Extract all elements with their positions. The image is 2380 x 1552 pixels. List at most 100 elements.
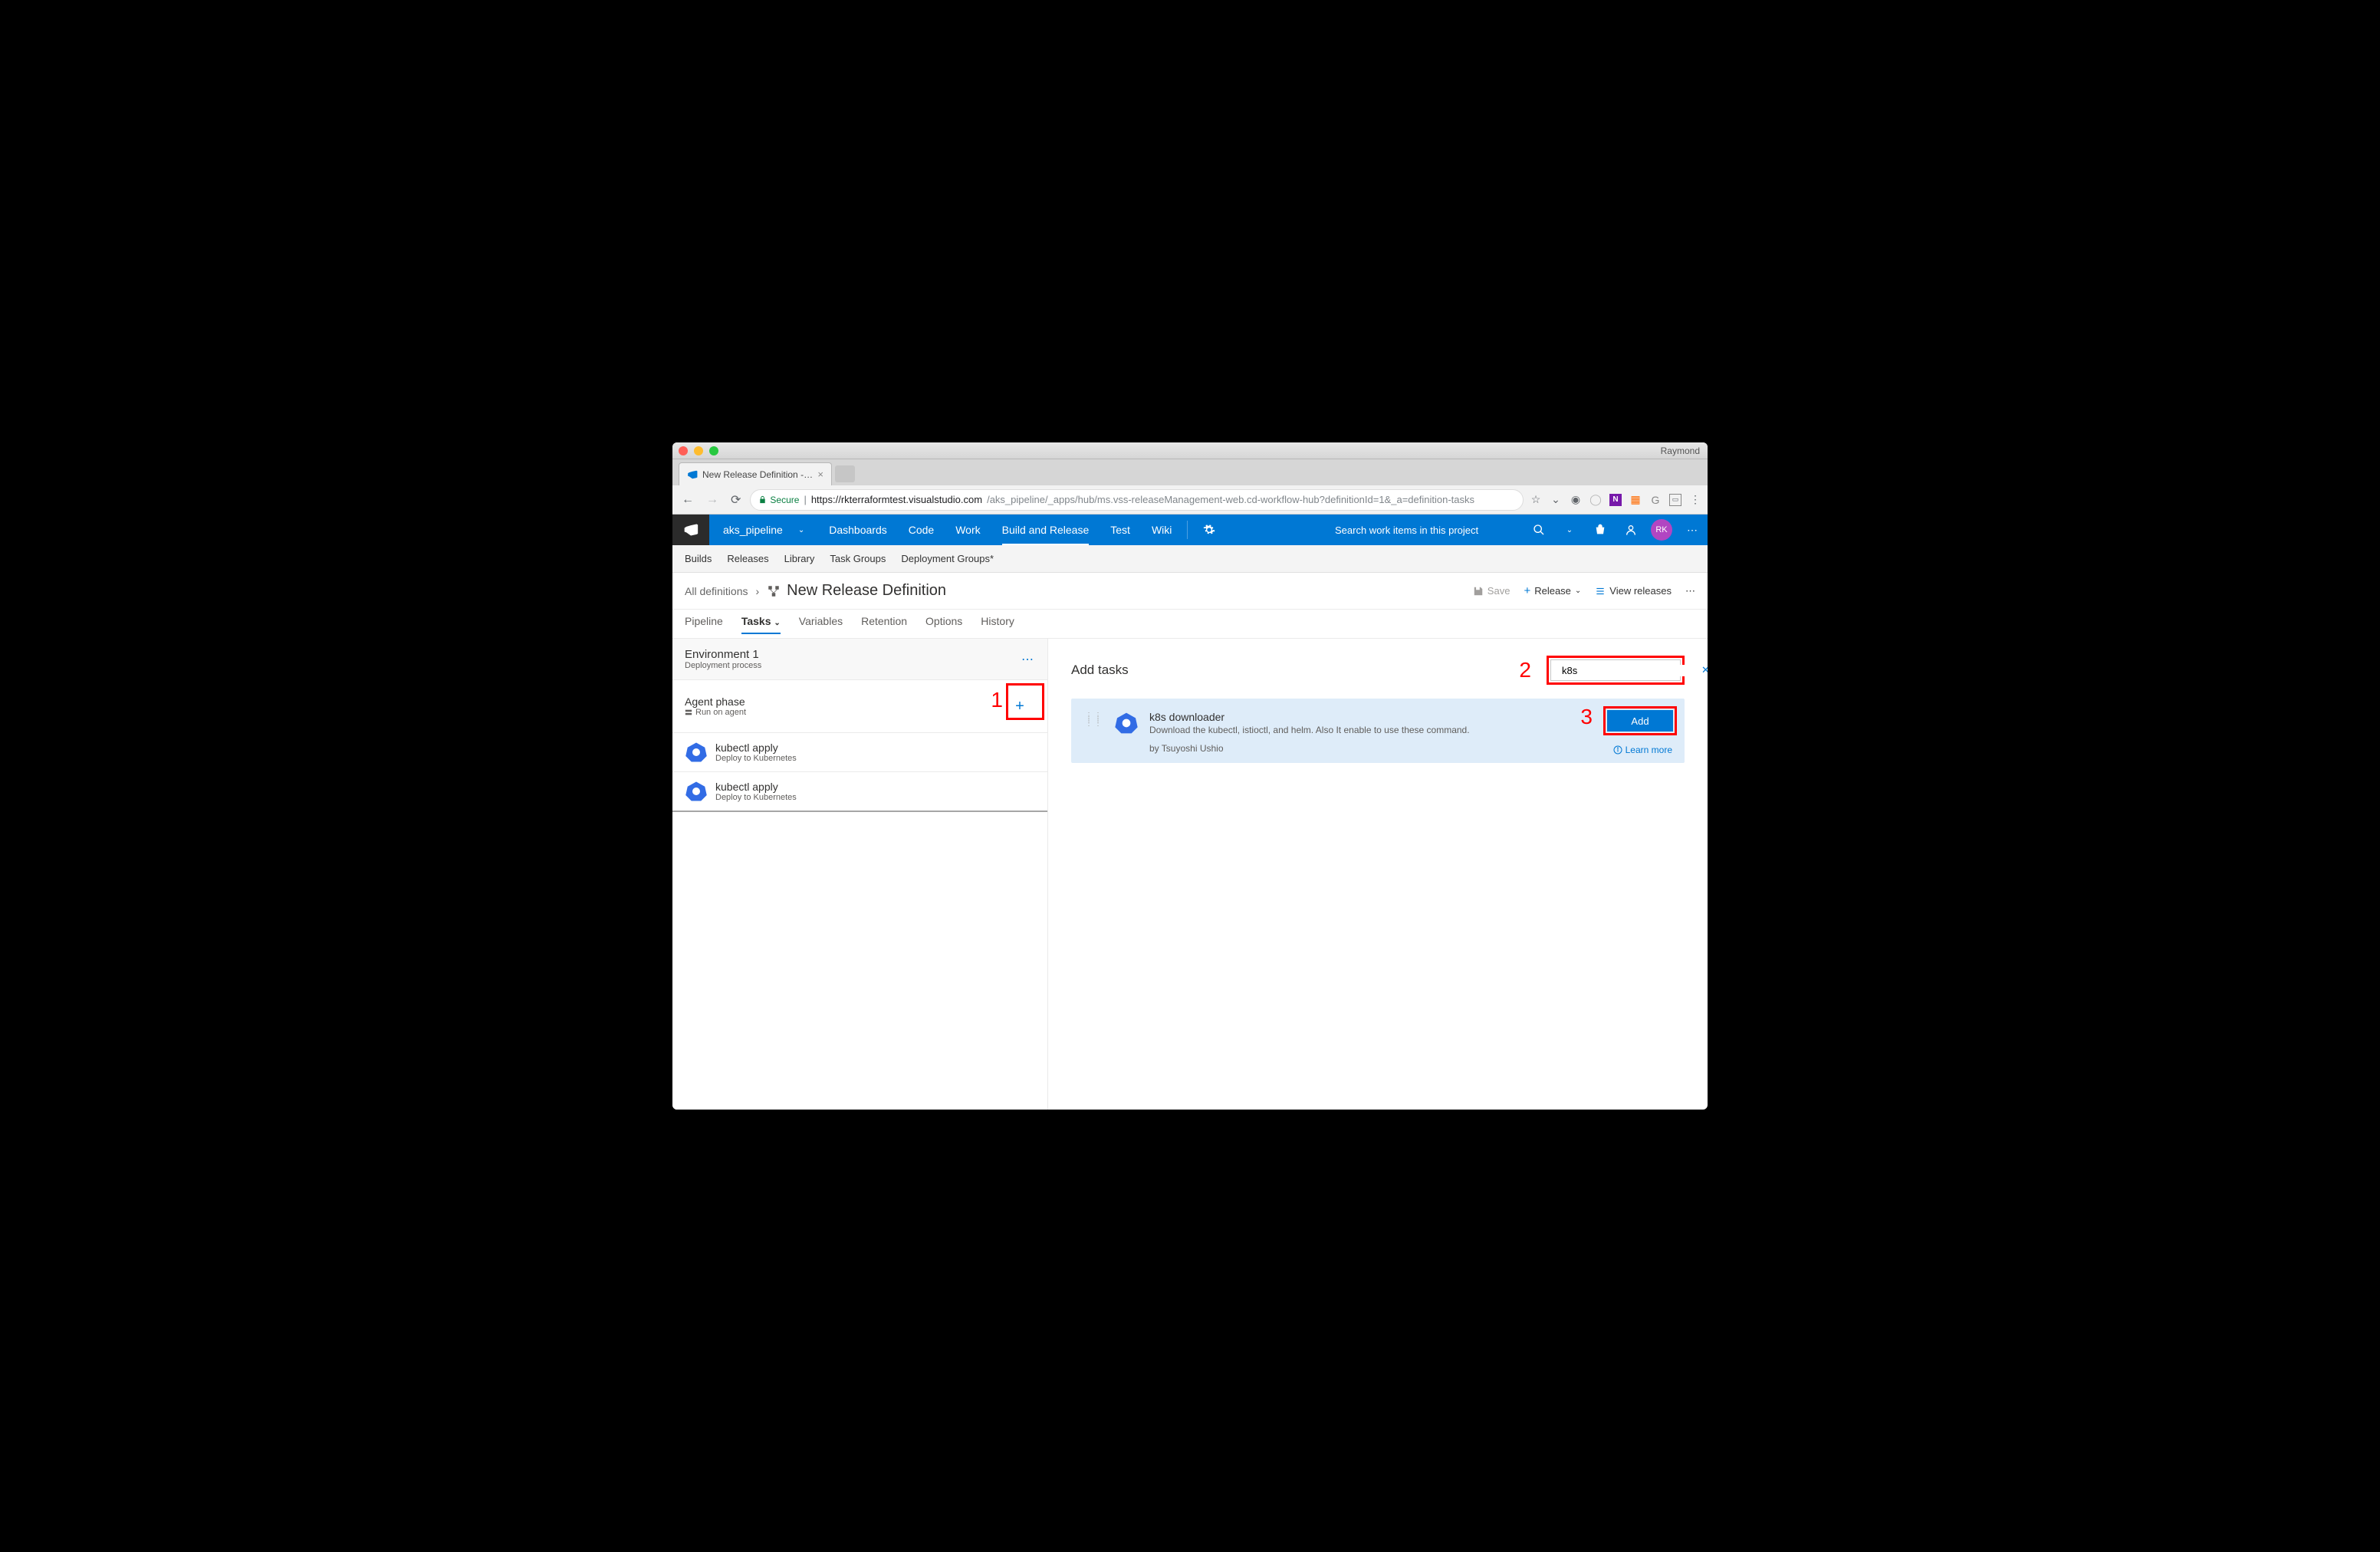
user-avatar[interactable]: RK bbox=[1646, 515, 1677, 545]
traffic-light-zoom[interactable] bbox=[709, 446, 718, 455]
extension-icon[interactable]: G bbox=[1649, 494, 1662, 506]
breadcrumb-root[interactable]: All definitions bbox=[685, 585, 748, 597]
chevron-down-icon: ⌄ bbox=[1575, 587, 1581, 595]
task-subtitle: Deploy to Kubernetes bbox=[715, 754, 797, 763]
project-name: aks_pipeline bbox=[723, 524, 783, 536]
nav-dashboards[interactable]: Dashboards bbox=[818, 515, 898, 545]
plus-icon: + bbox=[1524, 584, 1530, 597]
forward-button[interactable]: → bbox=[703, 490, 722, 510]
url-path: /aks_pipeline/_apps/hub/ms.vss-releaseMa… bbox=[987, 494, 1474, 505]
phase-subtitle: Run on agent bbox=[685, 708, 746, 717]
nav-settings[interactable] bbox=[1192, 515, 1226, 545]
chrome-menu-icon[interactable]: ⋮ bbox=[1689, 494, 1701, 506]
pocket-icon[interactable]: ⌄ bbox=[1550, 494, 1562, 506]
agent-phase-row[interactable]: Agent phase Run on agent + 1 bbox=[672, 680, 1047, 733]
more-menu[interactable]: ⋯ bbox=[1677, 515, 1708, 545]
task-row[interactable]: kubectl apply Deploy to Kubernetes bbox=[672, 772, 1047, 812]
breadcrumb-chevron-icon: › bbox=[756, 585, 760, 597]
nav-code[interactable]: Code bbox=[898, 515, 945, 545]
phase-name: Agent phase bbox=[685, 695, 746, 708]
annotation-1: 1 bbox=[991, 688, 1003, 712]
new-tab-button[interactable] bbox=[835, 465, 855, 482]
tab-history[interactable]: History bbox=[981, 615, 1014, 633]
tab-retention[interactable]: Retention bbox=[861, 615, 907, 633]
page-title: New Release Definition bbox=[767, 582, 946, 600]
release-subnav: Builds Releases Library Task Groups Depl… bbox=[672, 545, 1708, 573]
kubernetes-icon bbox=[685, 741, 708, 764]
annotation-box-3: Add bbox=[1603, 706, 1677, 735]
chevron-down-icon[interactable]: ⌄ bbox=[1554, 515, 1585, 545]
back-button[interactable]: ← bbox=[679, 490, 697, 510]
drag-handle-icon[interactable]: ⋮⋮⋮⋮⋮⋮ bbox=[1085, 714, 1103, 725]
tab-close-icon[interactable]: × bbox=[817, 469, 823, 480]
extension-icon[interactable]: ◯ bbox=[1589, 494, 1602, 506]
task-subtitle: Deploy to Kubernetes bbox=[715, 793, 797, 802]
release-dropdown[interactable]: + Release ⌄ bbox=[1524, 584, 1581, 597]
reload-button[interactable]: ⟳ bbox=[728, 489, 744, 511]
nav-build-release[interactable]: Build and Release bbox=[991, 515, 1100, 545]
subnav-deployment-groups[interactable]: Deployment Groups* bbox=[901, 553, 994, 564]
app-window: Raymond New Release Definition - Visua ×… bbox=[672, 442, 1708, 1110]
nav-test[interactable]: Test bbox=[1100, 515, 1141, 545]
nav-wiki[interactable]: Wiki bbox=[1141, 515, 1182, 545]
vsts-logo[interactable] bbox=[672, 515, 709, 545]
url-host: https://rkterraformtest.visualstudio.com bbox=[811, 494, 982, 505]
add-tasks-panel: Add tasks 2 ✕ ⋮⋮⋮⋮⋮⋮ k8s down bbox=[1048, 639, 1708, 1110]
vsts-icon bbox=[687, 469, 698, 480]
browser-tab-title: New Release Definition - Visua bbox=[702, 469, 813, 480]
marketplace-icon[interactable] bbox=[1585, 515, 1616, 545]
add-button[interactable]: Add bbox=[1607, 710, 1673, 732]
subnav-task-groups[interactable]: Task Groups bbox=[830, 553, 886, 564]
extension-icon[interactable]: ▭ bbox=[1669, 494, 1681, 506]
tab-tasks[interactable]: Tasks ⌄ bbox=[741, 615, 781, 633]
task-search-input[interactable] bbox=[1562, 665, 1697, 676]
user-icon[interactable] bbox=[1616, 515, 1646, 545]
save-button: Save bbox=[1473, 585, 1511, 597]
environment-row[interactable]: Environment 1 Deployment process ⋯ bbox=[672, 639, 1047, 680]
learn-more-link[interactable]: Learn more bbox=[1613, 745, 1672, 755]
clear-search-icon[interactable]: ✕ bbox=[1701, 664, 1708, 676]
tasks-tree: Environment 1 Deployment process ⋯ Agent… bbox=[672, 639, 1048, 1110]
task-row[interactable]: kubectl apply Deploy to Kubernetes bbox=[672, 733, 1047, 772]
nav-separator bbox=[1187, 521, 1188, 539]
kubernetes-icon bbox=[1114, 711, 1139, 735]
vsts-top-nav: aks_pipeline ⌄ Dashboards Code Work Buil… bbox=[672, 515, 1708, 545]
view-releases-link[interactable]: View releases bbox=[1595, 585, 1672, 597]
project-selector[interactable]: aks_pipeline ⌄ bbox=[723, 524, 804, 536]
extension-icon[interactable]: ◉ bbox=[1570, 494, 1582, 506]
tab-pipeline[interactable]: Pipeline bbox=[685, 615, 723, 633]
tab-variables[interactable]: Variables bbox=[799, 615, 843, 633]
traffic-light-minimize[interactable] bbox=[694, 446, 703, 455]
traffic-light-close[interactable] bbox=[679, 446, 688, 455]
list-icon bbox=[1595, 586, 1606, 597]
result-title: k8s downloader bbox=[1149, 711, 1671, 723]
environment-more[interactable]: ⋯ bbox=[1021, 652, 1035, 667]
browser-tabstrip: New Release Definition - Visua × bbox=[672, 459, 1708, 485]
definition-tabs: Pipeline Tasks ⌄ Variables Retention Opt… bbox=[672, 610, 1708, 639]
global-search[interactable]: Search work items in this project bbox=[1324, 524, 1524, 536]
search-icon[interactable] bbox=[1524, 515, 1554, 545]
server-icon bbox=[685, 709, 692, 716]
task-name: kubectl apply bbox=[715, 741, 797, 754]
chevron-down-icon: ⌄ bbox=[774, 619, 780, 627]
onenote-icon[interactable]: N bbox=[1609, 494, 1622, 506]
breadcrumb-bar: All definitions › New Release Definition… bbox=[672, 573, 1708, 610]
nav-work[interactable]: Work bbox=[945, 515, 991, 545]
extension-icon[interactable]: ▦ bbox=[1629, 494, 1642, 506]
result-author: by Tsuyoshi Ushio bbox=[1149, 743, 1671, 754]
more-actions[interactable]: ⋯ bbox=[1685, 585, 1695, 597]
lock-icon bbox=[758, 495, 767, 504]
address-bar[interactable]: Secure | https://rkterraformtest.visuals… bbox=[750, 489, 1524, 511]
star-icon[interactable]: ☆ bbox=[1530, 494, 1542, 506]
tab-options[interactable]: Options bbox=[925, 615, 962, 633]
subnav-library[interactable]: Library bbox=[784, 553, 815, 564]
task-result-card: ⋮⋮⋮⋮⋮⋮ k8s downloader Download the kubec… bbox=[1071, 699, 1685, 763]
task-search[interactable]: ✕ bbox=[1550, 659, 1681, 681]
chevron-down-icon: ⌄ bbox=[798, 526, 804, 534]
add-task-button[interactable]: + bbox=[1004, 691, 1035, 722]
subnav-builds[interactable]: Builds bbox=[685, 553, 712, 564]
browser-tab[interactable]: New Release Definition - Visua × bbox=[679, 462, 832, 485]
environment-subtitle: Deployment process bbox=[685, 661, 761, 670]
subnav-releases[interactable]: Releases bbox=[727, 553, 768, 564]
release-icon bbox=[767, 584, 781, 598]
